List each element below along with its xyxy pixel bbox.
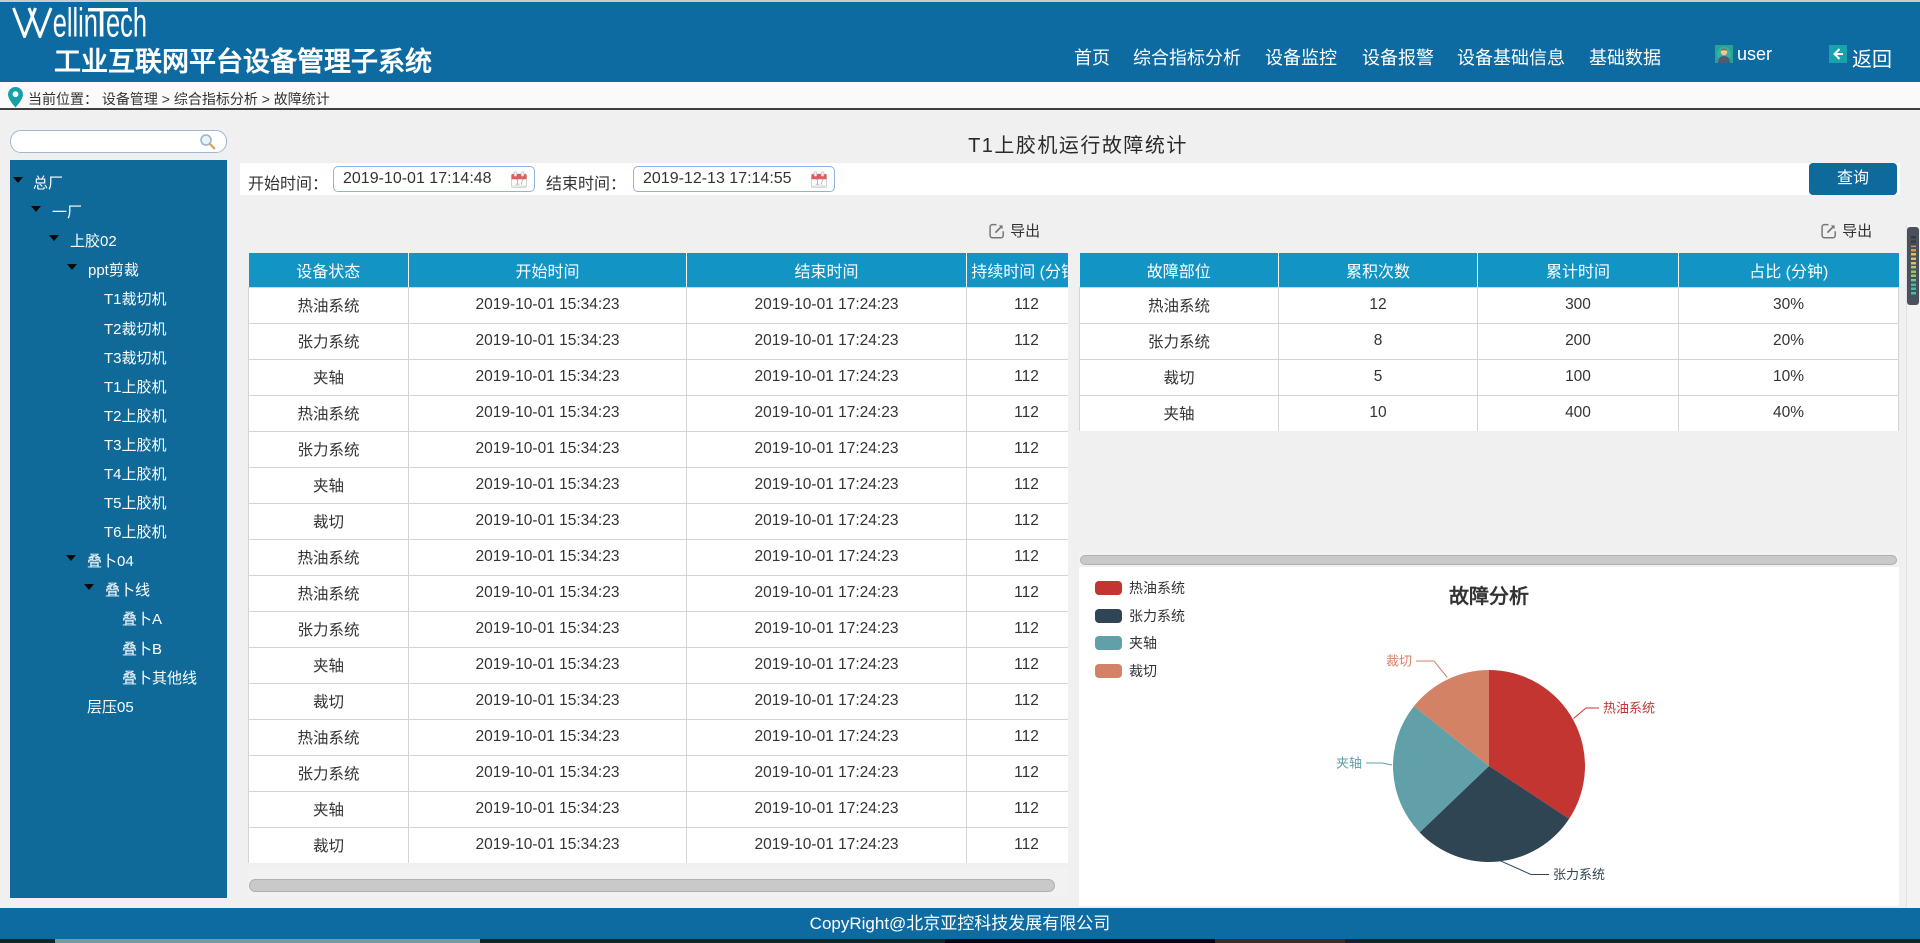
svg-text:17: 17 bbox=[815, 178, 824, 187]
svg-text:17: 17 bbox=[515, 178, 524, 187]
svg-text:ellin: ellin bbox=[53, 4, 98, 38]
svg-text:ech: ech bbox=[106, 4, 147, 38]
svg-text:张力系统: 张力系统 bbox=[1553, 867, 1605, 882]
svg-text:夹轴: 夹轴 bbox=[1336, 756, 1362, 771]
svg-text:热油系统: 热油系统 bbox=[1603, 701, 1655, 716]
svg-text:裁切: 裁切 bbox=[1386, 654, 1412, 669]
